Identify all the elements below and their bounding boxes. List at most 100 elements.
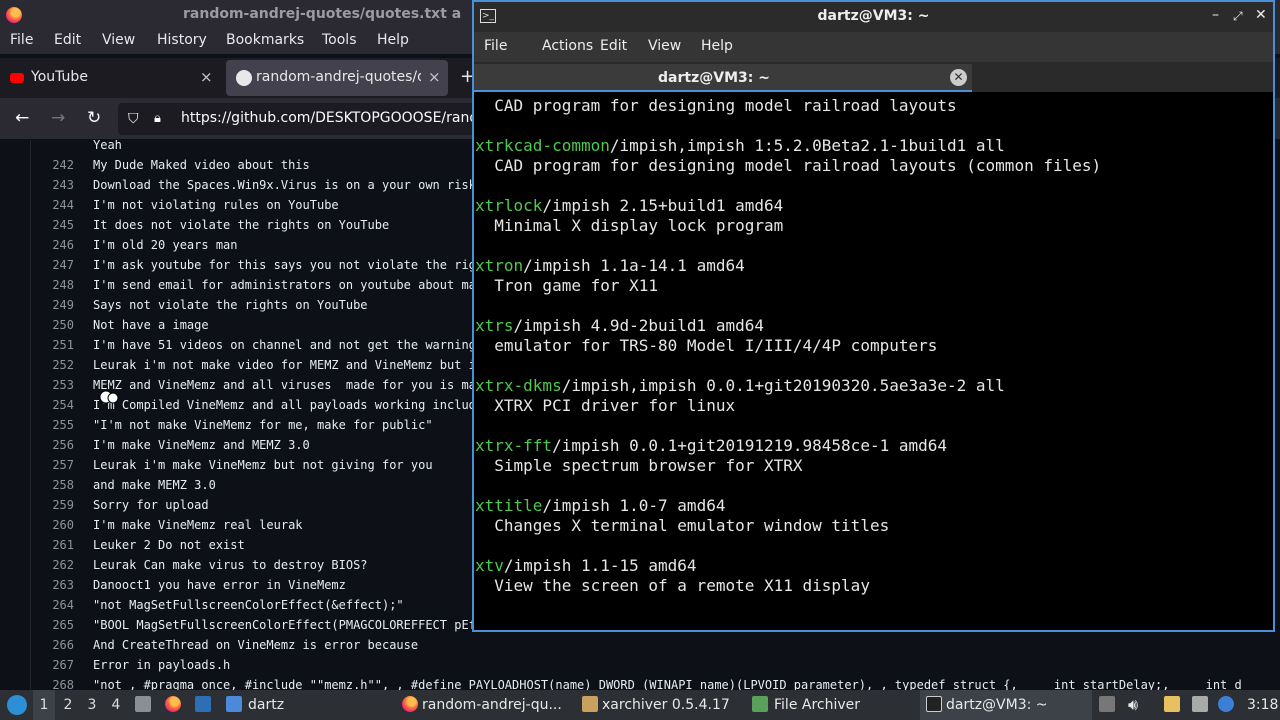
line-number: 262 xyxy=(52,558,74,572)
terminal-line: xtrs/impish 4.9d-2build1 amd64 xyxy=(475,316,764,336)
terminal-tab-label: dartz@VM3: ~ xyxy=(658,70,770,86)
line-text: Error in payloads.h xyxy=(93,658,231,672)
term-menu-actions[interactable]: Actions xyxy=(542,38,593,54)
taskbar: 1 2 3 4 dartz random-andrej-qu... xarchi… xyxy=(0,690,1280,720)
forward-button[interactable]: → xyxy=(51,108,65,128)
terminal-menubar: File Actions Edit View Help xyxy=(474,32,1273,62)
maximize-icon[interactable]: ⤢ xyxy=(1233,9,1243,24)
package-info: XTRX PCI driver for linux xyxy=(475,396,736,415)
line-number: 244 xyxy=(52,198,74,212)
file-manager-icon[interactable] xyxy=(135,690,151,720)
task-label: random-andrej-qu... xyxy=(422,697,562,713)
menu-view[interactable]: View xyxy=(102,32,135,48)
menu-tools[interactable]: Tools xyxy=(322,32,357,48)
terminal-line: Simple spectrum browser for XTRX xyxy=(475,456,802,476)
terminal-icon xyxy=(926,696,942,712)
line-number: 247 xyxy=(52,258,74,272)
menu-bookmarks[interactable]: Bookmarks xyxy=(226,32,304,48)
terminal-line: xtrlock/impish 2.15+build1 amd64 xyxy=(475,196,783,216)
line-number: 261 xyxy=(52,538,74,552)
package-info: /impish 1.1a-14.1 amd64 xyxy=(523,256,745,275)
terminal-line: xttitle/impish 1.0-7 amd64 xyxy=(475,496,725,516)
volume-icon[interactable]: 🔊︎ xyxy=(1128,690,1138,720)
terminal-tab[interactable]: dartz@VM3: ~ ✕ xyxy=(474,64,972,92)
eject-icon[interactable] xyxy=(1099,690,1115,720)
line-number: 254 xyxy=(52,398,74,412)
package-info: /impish 4.9d-2build1 amd64 xyxy=(513,316,764,335)
line-text: And CreateThread on VineMemz is error be… xyxy=(93,638,419,652)
url-text[interactable]: https://github.com/DESKTOPGOOOSE/rand xyxy=(181,110,478,126)
workspace-1[interactable]: 1 xyxy=(33,690,55,720)
close-tab-icon[interactable]: × xyxy=(200,68,213,86)
clipboard-icon[interactable] xyxy=(1164,690,1180,720)
code-line: 267 Error in payloads.h xyxy=(0,655,1280,675)
desktop-icon[interactable] xyxy=(195,690,211,720)
line-text: "BOOL MagSetFullscreenColorEffect(PMAGCO… xyxy=(93,618,476,632)
shield-icon[interactable]: ⛉ xyxy=(128,111,139,127)
task-firefox[interactable]: random-andrej-qu... xyxy=(398,690,570,720)
line-text: Sorry for upload xyxy=(93,498,209,512)
menu-file[interactable]: File xyxy=(10,32,33,48)
line-number: 268 xyxy=(52,678,74,690)
term-menu-file[interactable]: File xyxy=(484,38,507,54)
line-text: I'm make VineMemz real leurak xyxy=(93,518,303,532)
line-number: 266 xyxy=(52,638,74,652)
package-info: CAD program for designing model railroad… xyxy=(475,156,1102,175)
minimize-icon[interactable]: – xyxy=(1212,7,1219,23)
package-info: Changes X terminal emulator window title… xyxy=(475,516,890,535)
terminal-titlebar: >_ dartz@VM3: ~ – ⤢ ✕ xyxy=(474,2,1273,32)
package-info: CAD program for designing model railroad… xyxy=(475,96,957,115)
menu-history[interactable]: History xyxy=(157,32,207,48)
archive-icon xyxy=(582,696,598,712)
menu-edit[interactable]: Edit xyxy=(54,32,81,48)
workspace-4[interactable]: 4 xyxy=(105,690,127,720)
lock-icon[interactable]: 🔒︎ xyxy=(154,111,161,126)
close-icon[interactable]: ✕ xyxy=(1255,7,1267,23)
close-tab-icon[interactable]: × xyxy=(428,68,441,86)
firefox-launcher-icon[interactable] xyxy=(165,690,181,720)
reload-button[interactable]: ↻ xyxy=(87,108,101,128)
line-text: I'm ask youtube for this says you not vi… xyxy=(93,258,476,272)
line-number: 265 xyxy=(52,618,74,632)
term-menu-edit[interactable]: Edit xyxy=(600,38,627,54)
close-tab-icon[interactable]: ✕ xyxy=(950,69,967,86)
package-info: /impish,impish 0.0.1+git20190320.5ae3a3e… xyxy=(561,376,1005,395)
line-number: 255 xyxy=(52,418,74,432)
line-text: I'm Compiled VineMemz and all payloads w… xyxy=(93,398,476,412)
package-info: /impish 2.15+build1 amd64 xyxy=(542,196,784,215)
tab-github[interactable]: random-andrej-quotes/quo × xyxy=(226,60,448,96)
tab-label: YouTube xyxy=(31,69,88,85)
line-number: 257 xyxy=(52,458,74,472)
task-file-archiver[interactable]: File Archiver xyxy=(748,690,908,720)
line-number: 250 xyxy=(52,318,74,332)
package-info: Tron game for X11 xyxy=(475,276,659,295)
line-number: 251 xyxy=(52,338,74,352)
firefox-icon xyxy=(402,696,418,712)
line-number: 267 xyxy=(52,658,74,672)
task-terminal[interactable]: dartz@VM3: ~ xyxy=(920,690,1092,720)
back-button[interactable]: ← xyxy=(15,108,29,128)
terminal-line: Tron game for X11 xyxy=(475,276,658,296)
start-menu-icon[interactable] xyxy=(7,695,27,715)
terminal-output[interactable]: CAD program for designing model railroad… xyxy=(474,94,1273,630)
package-info: Minimal X display lock program xyxy=(475,216,784,235)
line-number: 256 xyxy=(52,438,74,452)
display-icon[interactable] xyxy=(1192,690,1208,720)
youtube-icon xyxy=(10,73,24,83)
line-text: I'm old 20 years man xyxy=(93,238,238,252)
term-menu-help[interactable]: Help xyxy=(701,38,733,54)
line-text: Danooct1 you have error in VineMemz xyxy=(93,578,346,592)
archiver-icon xyxy=(752,696,768,712)
tab-youtube[interactable]: YouTube × xyxy=(0,60,222,96)
line-number: 264 xyxy=(52,598,74,612)
line-text: I'm have 51 videos on channel and not ge… xyxy=(93,338,476,352)
folder-dartz-button[interactable]: dartz xyxy=(222,690,284,720)
notification-icon[interactable] xyxy=(1218,690,1234,720)
task-xarchiver[interactable]: xarchiver 0.5.4.17 xyxy=(578,690,743,720)
menu-help[interactable]: Help xyxy=(377,32,409,48)
workspace-2[interactable]: 2 xyxy=(57,690,79,720)
line-text: Leurak i'm not make video for MEMZ and V… xyxy=(93,358,476,372)
line-text: Yeah xyxy=(93,140,122,152)
workspace-3[interactable]: 3 xyxy=(81,690,103,720)
term-menu-view[interactable]: View xyxy=(648,38,681,54)
